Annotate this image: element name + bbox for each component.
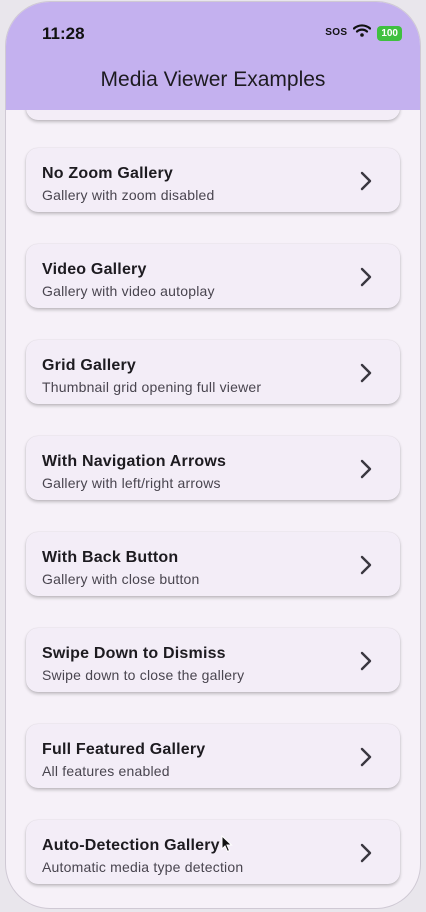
list-item-subtitle: Swipe down to close the gallery — [42, 667, 245, 683]
list-item-auto-detection[interactable]: Auto-Detection Gallery Automatic media t… — [26, 820, 400, 884]
list-item-subtitle: Automatic media type detection — [42, 859, 244, 875]
list-item-subtitle: Gallery with video autoplay — [42, 283, 215, 299]
examples-list[interactable]: No Zoom Gallery Gallery with zoom disabl… — [6, 110, 420, 908]
mouse-cursor-icon — [221, 835, 233, 853]
list-item-partial[interactable] — [26, 110, 400, 120]
list-item-title: Swipe Down to Dismiss — [42, 645, 226, 662]
list-item-title: No Zoom Gallery — [42, 165, 174, 182]
chevron-right-icon — [360, 555, 372, 575]
chevron-right-icon — [360, 651, 372, 671]
status-icons: SOS 100 — [325, 24, 402, 42]
list-item-no-zoom-gallery[interactable]: No Zoom Gallery Gallery with zoom disabl… — [26, 148, 400, 212]
wifi-icon — [353, 24, 372, 42]
list-item-subtitle: Gallery with left/right arrows — [42, 475, 221, 491]
app-bar: 11:28 SOS 100 Media Viewer Examples — [6, 2, 420, 110]
list-item-title: With Navigation Arrows — [42, 453, 227, 470]
status-time: 11:28 — [42, 24, 85, 43]
list-item-subtitle: All features enabled — [42, 763, 170, 779]
list-item-grid-gallery[interactable]: Grid Gallery Thumbnail grid opening full… — [26, 340, 400, 404]
list-item-subtitle: Gallery with zoom disabled — [42, 187, 215, 203]
list-item-title: With Back Button — [42, 549, 179, 566]
chevron-right-icon — [360, 267, 372, 287]
chevron-right-icon — [360, 747, 372, 767]
list-item-title: Video Gallery — [42, 261, 147, 278]
chevron-right-icon — [360, 843, 372, 863]
chevron-right-icon — [360, 363, 372, 383]
list-item-navigation-arrows[interactable]: With Navigation Arrows Gallery with left… — [26, 436, 400, 500]
page-title: Media Viewer Examples — [100, 68, 326, 91]
list-item-title: Full Featured Gallery — [42, 741, 206, 758]
chevron-right-icon — [360, 459, 372, 479]
chevron-right-icon — [360, 171, 372, 191]
list-item-title: Grid Gallery — [42, 357, 136, 374]
list-item-subtitle: Thumbnail grid opening full viewer — [42, 379, 262, 395]
list-item-title: Auto-Detection Gallery — [42, 837, 220, 854]
list-item-video-gallery[interactable]: Video Gallery Gallery with video autopla… — [26, 244, 400, 308]
list-item-subtitle: Gallery with close button — [42, 571, 200, 587]
list-item-back-button[interactable]: With Back Button Gallery with close butt… — [26, 532, 400, 596]
phone-screen: 11:28 SOS 100 Media Viewer Examples No Z… — [6, 2, 420, 908]
sos-indicator: SOS — [325, 27, 348, 38]
list-item-swipe-down-dismiss[interactable]: Swipe Down to Dismiss Swipe down to clos… — [26, 628, 400, 692]
battery-icon: 100 — [377, 25, 402, 41]
list-item-full-featured[interactable]: Full Featured Gallery All features enabl… — [26, 724, 400, 788]
